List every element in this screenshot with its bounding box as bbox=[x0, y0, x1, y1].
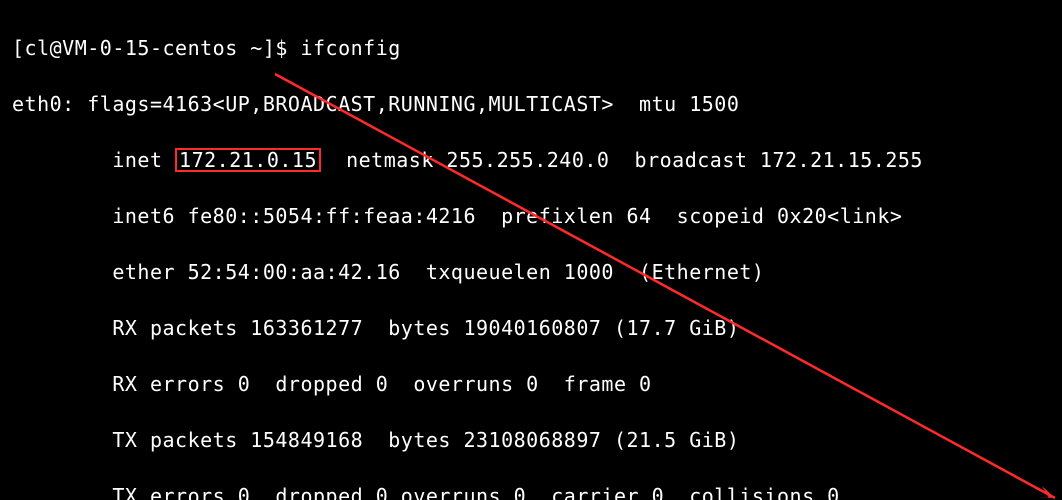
eth0-ip-highlight: 172.21.0.15 bbox=[175, 148, 321, 172]
eth0-rx-packets: RX packets 163361277 bytes 19040160807 (… bbox=[12, 314, 1054, 342]
command-text: ifconfig bbox=[300, 36, 400, 60]
eth0-inet-prefix: inet bbox=[12, 148, 175, 172]
eth0-header: eth0: flags=4163<UP,BROADCAST,RUNNING,MU… bbox=[12, 90, 1054, 118]
eth0-inet-line: inet 172.21.0.15 netmask 255.255.240.0 b… bbox=[12, 146, 1054, 174]
eth0-tx-errors: TX errors 0 dropped 0 overruns 0 carrier… bbox=[12, 482, 1054, 500]
shell-prompt: [cl@VM-0-15-centos ~]$ bbox=[12, 36, 300, 60]
eth0-rx-errors: RX errors 0 dropped 0 overruns 0 frame 0 bbox=[12, 370, 1054, 398]
eth0-inet-rest: netmask 255.255.240.0 broadcast 172.21.1… bbox=[321, 148, 923, 172]
terminal-output[interactable]: [cl@VM-0-15-centos ~]$ ifconfig eth0: fl… bbox=[0, 0, 1062, 500]
eth0-ether: ether 52:54:00:aa:42.16 txqueuelen 1000 … bbox=[12, 258, 1054, 286]
eth0-inet6: inet6 fe80::5054:ff:feaa:4216 prefixlen … bbox=[12, 202, 1054, 230]
eth0-tx-packets: TX packets 154849168 bytes 23108068897 (… bbox=[12, 426, 1054, 454]
prompt-line[interactable]: [cl@VM-0-15-centos ~]$ ifconfig bbox=[12, 34, 1054, 62]
